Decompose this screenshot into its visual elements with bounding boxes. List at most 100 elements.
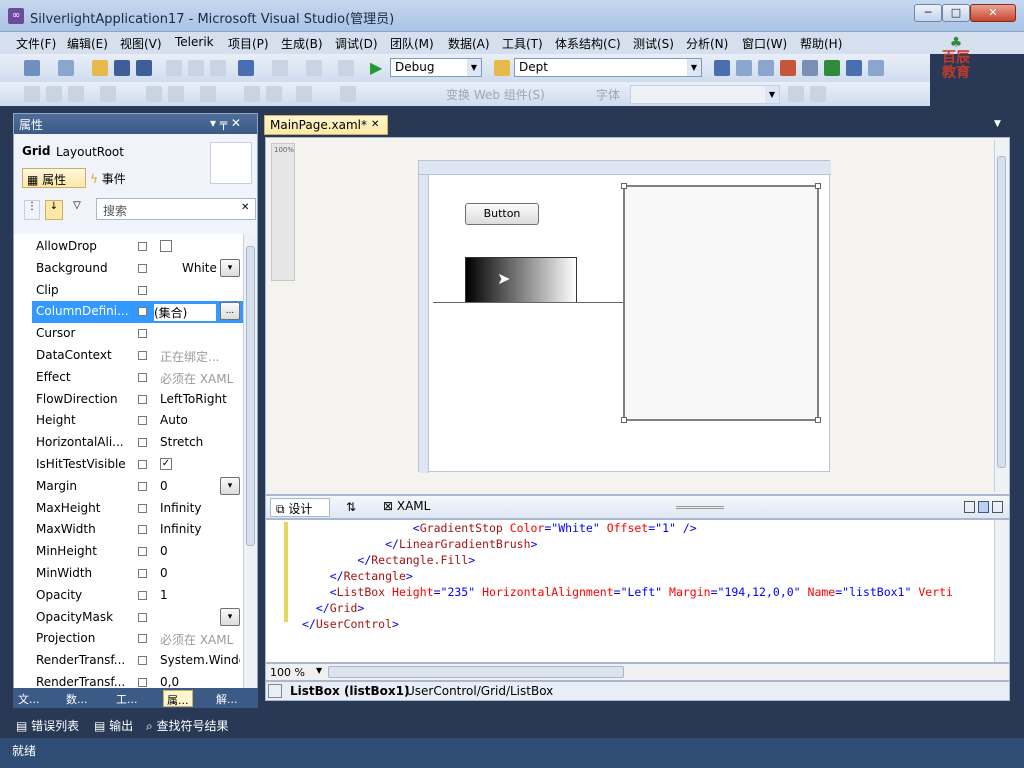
property-row[interactable]: Projection 必须在 XAML: [32, 628, 244, 650]
resize-handle[interactable]: [815, 417, 821, 423]
property-row[interactable]: ColumnDefini... (集合)...: [32, 301, 244, 324]
font-combo[interactable]: ▼: [630, 85, 780, 104]
dropdown-button[interactable]: ▾: [220, 476, 240, 495]
property-marker-icon[interactable]: [138, 438, 147, 448]
document-outline-icon[interactable]: [268, 684, 282, 698]
navigate-back-icon[interactable]: [306, 60, 322, 76]
checkbox-checked-icon[interactable]: ✓: [160, 458, 172, 470]
property-marker-icon[interactable]: [138, 285, 147, 295]
tab-data-sources[interactable]: 数...: [63, 690, 91, 707]
redo-icon[interactable]: [272, 60, 288, 76]
web-components-label[interactable]: 变换 Web 组件(S): [446, 86, 545, 103]
zoom-level[interactable]: 100 %: [270, 666, 305, 679]
menu-analyze[interactable]: 分析(N): [686, 35, 728, 52]
save-icon[interactable]: [114, 60, 130, 76]
xaml-editor[interactable]: <GradientStop Color="White" Offset="1" /…: [265, 519, 1010, 663]
property-row[interactable]: MaxHeight Infinity: [32, 498, 244, 520]
tab-mainpage-xaml[interactable]: MainPage.xaml* ✕: [264, 115, 388, 135]
menu-window[interactable]: 窗口(W): [742, 35, 787, 52]
find-in-files-icon[interactable]: [494, 60, 510, 76]
property-value[interactable]: (集合): [154, 304, 216, 322]
property-value[interactable]: 0,0: [160, 675, 240, 689]
property-marker-icon[interactable]: [138, 307, 147, 317]
property-row[interactable]: AllowDrop: [32, 236, 244, 258]
menu-debug[interactable]: 调试(D): [335, 35, 378, 52]
comment-icon[interactable]: [146, 86, 162, 102]
property-row[interactable]: Clip: [32, 280, 244, 302]
tab-solution-explorer[interactable]: 解...: [213, 690, 241, 707]
swap-panes-icon[interactable]: ⇅: [346, 500, 356, 514]
toolbox-icon[interactable]: [780, 60, 796, 76]
property-marker-icon[interactable]: [138, 394, 147, 404]
tab-design[interactable]: ⧉ 设计: [270, 498, 330, 517]
menu-build[interactable]: 生成(B): [281, 35, 323, 52]
add-item-icon[interactable]: [58, 60, 74, 76]
property-row[interactable]: MaxWidth Infinity: [32, 519, 244, 541]
scrollbar-thumb[interactable]: [997, 156, 1006, 468]
align-left-icon[interactable]: [24, 86, 40, 102]
menu-data[interactable]: 数据(A): [448, 35, 490, 52]
tab-find-symbol-results[interactable]: ⌕ 查找符号结果: [146, 717, 229, 734]
close-button[interactable]: ✕: [970, 4, 1016, 22]
code-area[interactable]: <GradientStop Color="White" Offset="1" /…: [302, 520, 992, 660]
property-row[interactable]: RenderTransf... 0,0: [32, 672, 244, 689]
property-marker-icon[interactable]: [138, 329, 147, 339]
menu-team[interactable]: 团队(M): [390, 35, 434, 52]
start-page-icon[interactable]: [802, 60, 818, 76]
property-marker-icon[interactable]: [138, 460, 147, 469]
new-project-icon[interactable]: [24, 60, 40, 76]
zoom-slider[interactable]: 100%: [271, 143, 295, 281]
tab-properties-panel[interactable]: 属...: [163, 690, 193, 707]
immediate-window-icon[interactable]: [868, 60, 884, 76]
align-center-icon[interactable]: [46, 86, 62, 102]
categorized-icon[interactable]: ⋮: [24, 200, 40, 220]
property-value[interactable]: 必须在 XAML: [160, 370, 240, 387]
resize-handle[interactable]: [815, 183, 821, 189]
property-row[interactable]: Background White ▾: [32, 258, 244, 280]
menu-telerik[interactable]: Telerik: [175, 35, 214, 49]
property-row[interactable]: RenderTransf... System.Windo: [32, 650, 244, 672]
solution-explorer-icon[interactable]: [714, 60, 730, 76]
property-marker-icon[interactable]: [138, 656, 147, 666]
property-value[interactable]: 正在绑定...: [160, 348, 240, 365]
panel-pin-controls[interactable]: ▾ ╤ ✕: [210, 116, 241, 130]
property-marker-icon[interactable]: [138, 590, 147, 600]
search-field[interactable]: 搜索 ✕: [96, 198, 256, 220]
order-icon[interactable]: [340, 86, 356, 102]
dropdown-button[interactable]: ▾: [220, 607, 240, 626]
code-line[interactable]: <ListBox Height="235" HorizontalAlignmen…: [302, 585, 953, 599]
property-value[interactable]: Stretch: [160, 435, 240, 449]
property-row[interactable]: HorizontalAli... Stretch: [32, 432, 244, 454]
property-value[interactable]: System.Windo: [160, 653, 240, 667]
copy-icon[interactable]: [188, 60, 204, 76]
menu-architecture[interactable]: 体系结构(C): [555, 35, 621, 52]
code-line[interactable]: </LinearGradientBrush>: [302, 537, 537, 551]
breadcrumb-path[interactable]: UserControl/Grid/ListBox: [406, 684, 553, 698]
vertical-split-icon[interactable]: [964, 501, 975, 513]
property-value[interactable]: Auto: [160, 413, 240, 427]
resize-handle[interactable]: [621, 183, 627, 189]
tab-events[interactable]: ϟ 事件: [90, 170, 126, 187]
tab-properties[interactable]: ▦ 属性: [22, 168, 86, 188]
property-marker-icon[interactable]: [138, 634, 147, 644]
tab-toolbox[interactable]: 工...: [113, 690, 141, 707]
maximize-button[interactable]: □: [942, 4, 970, 22]
property-marker-icon[interactable]: [138, 678, 147, 687]
property-value[interactable]: 0: [160, 566, 240, 580]
menu-file[interactable]: 文件(F): [16, 35, 56, 52]
property-row[interactable]: OpacityMask ▾: [32, 607, 244, 629]
code-line[interactable]: </Rectangle>: [302, 569, 413, 583]
dropdown-button[interactable]: ▾: [220, 258, 240, 277]
property-value[interactable]: Infinity: [160, 522, 240, 536]
filter-icon[interactable]: ▽: [68, 200, 86, 220]
menu-help[interactable]: 帮助(H): [800, 35, 842, 52]
menu-test[interactable]: 测试(S): [633, 35, 674, 52]
tab-output[interactable]: ▤ 输出: [94, 717, 133, 734]
tab-list-chevron-icon[interactable]: ▼: [994, 119, 1001, 129]
property-marker-icon[interactable]: [138, 351, 147, 360]
property-marker-icon[interactable]: [138, 525, 147, 535]
bold-icon[interactable]: [788, 86, 804, 102]
menu-view[interactable]: 视图(V): [120, 35, 162, 52]
extension-manager-icon[interactable]: [824, 60, 840, 76]
property-marker-icon[interactable]: [138, 481, 147, 491]
